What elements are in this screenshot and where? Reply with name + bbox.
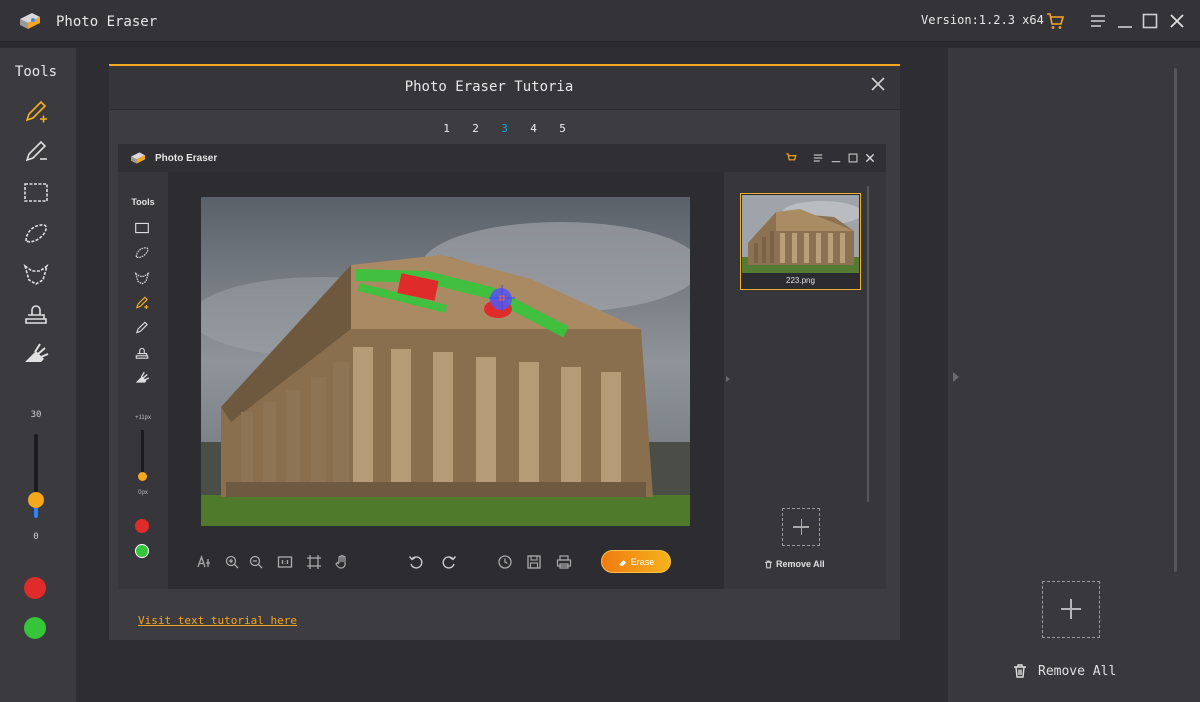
preview-file-name: 223.png bbox=[786, 276, 815, 285]
actual-size-icon bbox=[277, 556, 293, 568]
stamp-icon[interactable] bbox=[22, 300, 50, 328]
preview-brush-handle bbox=[138, 472, 147, 481]
hand-pan-icon bbox=[335, 554, 346, 569]
add-image-button[interactable] bbox=[1042, 581, 1100, 638]
lasso-select-icon bbox=[135, 247, 149, 259]
step-5[interactable]: 5 bbox=[548, 122, 577, 135]
close-icon[interactable] bbox=[1167, 11, 1187, 31]
trash-icon bbox=[765, 560, 772, 568]
preview-add-image-button bbox=[782, 508, 820, 546]
trash-icon bbox=[1014, 664, 1026, 678]
save-icon bbox=[527, 555, 541, 569]
remove-all-label: Remove All bbox=[1038, 663, 1117, 679]
preview-collapse-arrow-icon bbox=[726, 376, 730, 382]
step-1[interactable]: 1 bbox=[432, 122, 461, 135]
dialog-close-icon[interactable] bbox=[869, 75, 887, 93]
pencil-plus-icon[interactable] bbox=[22, 98, 50, 126]
preview-app-title: Photo Eraser bbox=[155, 153, 218, 164]
green-color-button[interactable] bbox=[24, 617, 46, 639]
preview-green-dot bbox=[135, 544, 149, 558]
minimize-icon[interactable] bbox=[1115, 11, 1135, 31]
brush-size-handle[interactable] bbox=[28, 492, 44, 508]
preview-brush-max: +11px bbox=[134, 415, 152, 421]
temple-photo bbox=[201, 197, 690, 526]
pencil-plus-icon bbox=[135, 296, 149, 309]
smart-eraser-icon[interactable] bbox=[22, 340, 50, 368]
print-icon bbox=[556, 555, 572, 569]
preview-remove-all-label: Remove All bbox=[776, 559, 825, 569]
eraser-icon bbox=[618, 559, 626, 566]
stamp-icon bbox=[135, 347, 149, 359]
tutorial-preview-image: Photo Eraser Tools +11px 0px Erase 223.p… bbox=[118, 144, 886, 589]
preview-thumbnail: 223.png bbox=[740, 193, 861, 290]
rectangle-select-icon[interactable] bbox=[22, 179, 50, 207]
step-2[interactable]: 2 bbox=[461, 122, 490, 135]
tools-panel: Tools 30 0 bbox=[0, 48, 76, 702]
close-icon bbox=[865, 153, 875, 163]
remove-all-button[interactable]: Remove All bbox=[1012, 661, 1116, 681]
pencil-minus-icon bbox=[135, 321, 148, 334]
collapse-arrow-icon[interactable] bbox=[953, 372, 959, 382]
undo-icon bbox=[408, 556, 423, 569]
zoom-in-icon bbox=[225, 555, 239, 569]
preview-brush-min: 0px bbox=[138, 490, 148, 496]
step-4[interactable]: 4 bbox=[519, 122, 548, 135]
smart-eraser-icon bbox=[135, 371, 150, 383]
temple-thumbnail bbox=[742, 195, 859, 273]
text-tutorial-link[interactable]: Visit text tutorial here bbox=[138, 614, 297, 627]
red-color-button[interactable] bbox=[24, 577, 46, 599]
preview-red-dot bbox=[135, 519, 149, 533]
text-size-icon bbox=[197, 555, 210, 568]
preview-canvas bbox=[168, 172, 724, 540]
cart-icon bbox=[786, 153, 797, 161]
redo-icon bbox=[442, 556, 457, 569]
dialog-header: Photo Eraser Tutoria bbox=[109, 66, 900, 110]
maximize-icon[interactable] bbox=[1140, 11, 1160, 31]
cart-icon[interactable] bbox=[1045, 11, 1065, 31]
app-logo-icon bbox=[131, 152, 145, 164]
menu-icon[interactable] bbox=[1088, 11, 1108, 31]
step-pager: 12345 bbox=[109, 122, 900, 135]
brush-size-max-label: 30 bbox=[30, 410, 42, 420]
rectangle-select-icon bbox=[135, 222, 149, 234]
preview-erase-label: Erase bbox=[630, 556, 655, 567]
preview-scrollbar bbox=[867, 186, 869, 502]
preview-remove-all: Remove All bbox=[764, 559, 825, 569]
pencil-minus-icon[interactable] bbox=[22, 138, 50, 166]
maximize-icon bbox=[848, 153, 858, 163]
minimize-icon bbox=[831, 161, 841, 163]
history-icon bbox=[498, 555, 512, 569]
app-title: Photo Eraser bbox=[56, 14, 158, 30]
app-logo-icon bbox=[20, 13, 40, 29]
step-3[interactable]: 3 bbox=[490, 122, 519, 135]
version-label: Version:1.2.3 x64 bbox=[921, 13, 1044, 27]
polygon-select-icon[interactable] bbox=[22, 260, 50, 288]
zoom-out-icon bbox=[249, 555, 263, 569]
preview-erase-button: Erase bbox=[601, 550, 671, 573]
tools-title: Tools bbox=[14, 64, 58, 80]
title-bar: Photo Eraser Version:1.2.3 x64 bbox=[0, 0, 1200, 42]
image-list-scrollbar[interactable] bbox=[1174, 68, 1177, 572]
polygon-select-icon bbox=[134, 272, 150, 285]
dialog-title: Photo Eraser Tutoria bbox=[404, 79, 574, 95]
preview-title-bar: Photo Eraser bbox=[118, 144, 886, 172]
preview-tools-panel: Tools +11px 0px bbox=[118, 172, 168, 589]
preview-tools-title: Tools bbox=[131, 197, 155, 207]
fit-screen-icon bbox=[307, 555, 321, 569]
brush-size-min-label: 0 bbox=[33, 532, 39, 542]
lasso-select-icon[interactable] bbox=[22, 220, 50, 248]
menu-icon bbox=[813, 154, 823, 162]
